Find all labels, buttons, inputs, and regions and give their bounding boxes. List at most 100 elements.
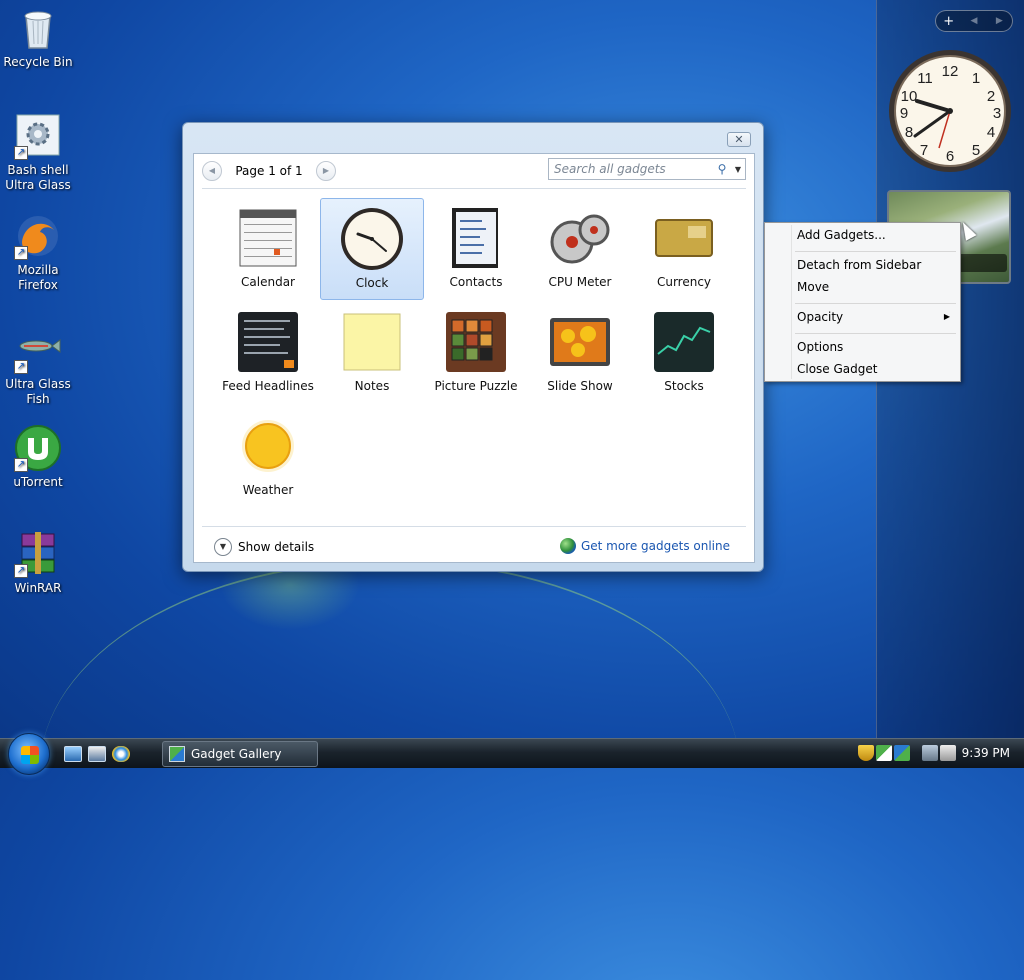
svg-text:12: 12 — [942, 63, 959, 80]
desktop-icon-recycle-bin[interactable]: Recycle Bin — [0, 4, 76, 70]
clock-gadget[interactable]: 12 1 2 3 45 6 78 9 10 11 — [887, 48, 1013, 174]
gadget-tile-stocks[interactable]: Stocks — [632, 302, 736, 404]
divider — [202, 188, 746, 189]
sidebar-next-button[interactable]: ▶ — [987, 16, 1012, 26]
gadget-tile-picture-puzzle[interactable]: Picture Puzzle — [424, 302, 528, 404]
feed-headlines-icon — [236, 310, 300, 374]
gadget-tile-contacts[interactable]: Contacts — [424, 198, 528, 300]
clock-icon — [340, 207, 404, 271]
menu-gutter — [791, 225, 792, 379]
menu-item-move[interactable]: Move — [797, 280, 829, 294]
gadget-label: Stocks — [664, 379, 704, 393]
contacts-icon — [444, 206, 508, 270]
next-page-button[interactable]: ▶ — [316, 161, 336, 181]
internet-explorer-icon[interactable] — [112, 746, 130, 762]
gallery-body: ◀ Page 1 of 1 ▶ Search all gadgets ⚲ ▼ C… — [193, 153, 755, 563]
shortcut-arrow-icon: ↗ — [14, 564, 28, 578]
menu-item-opacity[interactable]: Opacity — [797, 310, 843, 324]
menu-separator — [795, 303, 956, 304]
close-button[interactable]: ✕ — [727, 132, 751, 147]
desktop-icon-firefox[interactable]: ↗ Mozilla Firefox — [0, 212, 76, 293]
search-icon[interactable]: ⚲ — [713, 162, 731, 176]
gadget-tile-slide-show[interactable]: Slide Show — [528, 302, 632, 404]
gadget-label: Picture Puzzle — [434, 379, 518, 393]
search-box[interactable]: Search all gadgets ⚲ ▼ — [548, 158, 746, 180]
fish-icon: ↗ — [14, 326, 62, 374]
gadget-tile-calendar[interactable]: Calendar — [216, 198, 320, 300]
get-more-gadgets-link[interactable]: Get more gadgets online — [559, 538, 730, 554]
slide-show-icon — [548, 310, 612, 374]
shortcut-arrow-icon: ↗ — [14, 246, 28, 260]
recycle-bin-icon — [14, 4, 62, 52]
winrar-icon: ↗ — [14, 530, 62, 578]
windows-logo-icon — [21, 746, 39, 764]
utorrent-icon: ↗ — [14, 424, 62, 472]
search-input[interactable]: Search all gadgets — [549, 162, 713, 176]
show-desktop-icon[interactable] — [64, 746, 82, 762]
taskbar-clock[interactable]: 9:39 PM — [962, 746, 1010, 760]
shortcut-arrow-icon: ↗ — [14, 146, 28, 160]
gadget-label: Contacts — [449, 275, 503, 289]
sidebar-prev-button[interactable]: ◀ — [961, 16, 986, 26]
taskbar-button-label: Gadget Gallery — [191, 747, 282, 761]
gadget-tile-weather[interactable]: Weather — [216, 406, 320, 508]
chevron-down-icon: ▼ — [214, 538, 232, 556]
page-label: Page 1 of 1 — [235, 164, 303, 178]
svg-text:11: 11 — [917, 70, 933, 87]
svg-text:5: 5 — [972, 142, 980, 159]
desktop-icon-winrar[interactable]: ↗ WinRAR — [0, 530, 76, 596]
gadget-tile-notes[interactable]: Notes — [320, 302, 424, 404]
get-more-label: Get more gadgets online — [580, 539, 730, 553]
gadget-tile-clock[interactable]: Clock — [320, 198, 424, 300]
menu-item-add-gadgets[interactable]: Add Gadgets... — [797, 228, 886, 242]
start-button[interactable] — [8, 733, 50, 775]
gadget-gallery-window: ✕ ◀ Page 1 of 1 ▶ Search all gadgets ⚲ ▼ — [182, 122, 764, 572]
switch-windows-icon[interactable] — [88, 746, 106, 762]
gadget-label: Clock — [355, 276, 389, 290]
globe-icon — [559, 538, 576, 554]
updates-icon[interactable] — [894, 745, 910, 761]
submenu-arrow-icon: ▶ — [943, 312, 950, 321]
sidebar-tray-icon[interactable] — [876, 745, 892, 761]
menu-item-detach-from-sidebar[interactable]: Detach from Sidebar — [797, 258, 921, 272]
menu-item-options[interactable]: Options — [797, 340, 843, 354]
notes-icon — [340, 310, 404, 374]
svg-text:8: 8 — [905, 124, 913, 141]
prev-page-button[interactable]: ◀ — [202, 161, 222, 181]
volume-muted-icon[interactable] — [940, 745, 956, 761]
desktop-icon-bash-shell[interactable]: ↗ Bash shell Ultra Glass — [0, 112, 76, 193]
desktop-icon-utorrent[interactable]: ↗ uTorrent — [0, 424, 76, 490]
wallpaper-arc — [40, 560, 740, 980]
picture-puzzle-icon — [444, 310, 508, 374]
menu-item-close-gadget[interactable]: Close Gadget — [797, 362, 877, 376]
network-icon[interactable] — [922, 745, 938, 761]
gadget-tile-currency[interactable]: Currency — [632, 198, 736, 300]
gadget-label: Currency — [656, 275, 712, 289]
menu-separator — [795, 251, 956, 252]
cpu-meter-icon — [548, 206, 612, 270]
desktop-icon-label: uTorrent — [13, 475, 63, 489]
sidebar-controls: + ◀ ▶ — [935, 10, 1013, 32]
add-gadget-button[interactable]: + — [936, 14, 961, 29]
gadget-label: Notes — [354, 379, 390, 393]
desktop-icon-label: Bash shell Ultra Glass — [5, 163, 71, 192]
gadget-tile-cpu-meter[interactable]: CPU Meter — [528, 198, 632, 300]
gadget-label: CPU Meter — [548, 275, 612, 289]
svg-text:7: 7 — [920, 142, 928, 159]
taskbar-button-gadget-gallery[interactable]: Gadget Gallery — [162, 741, 318, 767]
gadget-label: Weather — [242, 483, 294, 497]
desktop-icon-label: Recycle Bin — [3, 55, 73, 69]
gadget-tile-feed-headlines[interactable]: Feed Headlines — [216, 302, 320, 404]
firefox-icon: ↗ — [14, 212, 62, 260]
show-details-button[interactable]: ▼ Show details — [214, 538, 314, 556]
desktop-icon-ultra-glass-fish[interactable]: ↗ Ultra Glass Fish — [0, 326, 76, 407]
svg-text:1: 1 — [972, 70, 980, 87]
currency-icon — [652, 206, 716, 270]
weather-icon — [236, 414, 300, 478]
chevron-down-icon[interactable]: ▼ — [731, 165, 745, 174]
calendar-icon — [236, 206, 300, 270]
gadget-label: Feed Headlines — [222, 379, 314, 393]
security-shield-icon[interactable] — [858, 745, 874, 761]
svg-text:2: 2 — [987, 88, 995, 105]
taskbar: Gadget Gallery 9:39 PM — [0, 733, 1024, 775]
